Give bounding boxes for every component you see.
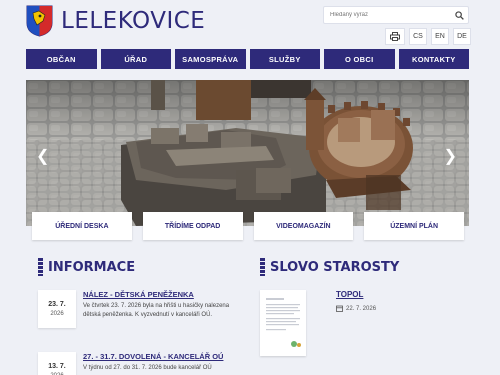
starosta-item-date: 22. 7. 2026 — [346, 305, 377, 312]
document-thumbnail[interactable] — [260, 290, 306, 356]
lang-cs-button[interactable]: CS — [409, 28, 427, 45]
quick-link-uzemni-plan[interactable]: ÚZEMNÍ PLÁN — [364, 212, 464, 240]
quick-link-uredni-deska[interactable]: ÚŘEDNÍ DESKA — [32, 212, 132, 240]
news-date-year: 2026 — [50, 311, 64, 317]
lang-de-button[interactable]: DE — [453, 28, 471, 45]
starosta-body: TOPOL 22. 7. 2026 — [336, 290, 376, 356]
hero-slider: ❮ ❯ — [26, 80, 469, 226]
hero-image — [26, 80, 469, 226]
search-input[interactable] — [324, 7, 450, 23]
page: LELEKOVICE CS EN DE OBČAN ÚŘAD SAMOSPRÁV… — [0, 0, 500, 375]
slider-next-icon[interactable]: ❯ — [444, 146, 457, 166]
utility-bar — [385, 28, 405, 45]
starosta-item: TOPOL 22. 7. 2026 — [260, 290, 460, 356]
informace-heading: INFORMACE — [38, 258, 135, 276]
nav-item-sluzby[interactable]: SLUŽBY — [249, 49, 320, 69]
document-preview-icon — [266, 298, 301, 347]
starosta-title[interactable]: SLOVO STAROSTY — [270, 260, 399, 275]
nav-item-o-obci[interactable]: O OBCI — [324, 49, 395, 69]
heading-accent — [260, 258, 265, 276]
site-logo[interactable]: LELEKOVICE — [26, 5, 205, 37]
calendar-icon — [336, 305, 343, 312]
news-date-day: 23. 7. — [48, 301, 66, 308]
news-text: V týdnu od 27. do 31. 7. 2026 bude kance… — [83, 365, 212, 371]
starosta-item-date-row: 22. 7. 2026 — [336, 305, 376, 312]
quick-link-videomagazin[interactable]: VIDEOMAGAZÍN — [253, 212, 354, 240]
news-item: 23. 7. 2026 NÁLEZ - DĚTSKÁ PENĚŽENKA Ve … — [38, 290, 234, 328]
informace-title[interactable]: INFORMACE — [48, 260, 135, 275]
starosta-item-title[interactable]: TOPOL — [336, 290, 376, 299]
news-date: 13. 7. 2026 — [38, 352, 76, 375]
slider-prev-icon[interactable]: ❮ — [36, 146, 49, 166]
news-date: 23. 7. 2026 — [38, 290, 76, 328]
site-title: LELEKOVICE — [61, 8, 206, 34]
coat-of-arms-icon — [26, 5, 53, 37]
search-icon[interactable] — [450, 7, 468, 23]
heading-accent — [38, 258, 43, 276]
search-box — [323, 6, 469, 24]
news-text: Ve čtvrtek 23. 7. 2026 byla na hřišti u … — [83, 303, 230, 318]
nav-item-kontakty[interactable]: KONTAKTY — [398, 49, 469, 69]
quick-link-tridime-odpad[interactable]: TŘÍDÍME ODPAD — [142, 212, 243, 240]
news-item: 13. 7. 2026 27. - 31.7. DOVOLENÁ - KANCE… — [38, 352, 234, 375]
main-nav: OBČAN ÚŘAD SAMOSPRÁVA SLUŽBY O OBCI KONT… — [26, 49, 469, 69]
nav-item-urad[interactable]: ÚŘAD — [100, 49, 171, 69]
quick-links: ÚŘEDNÍ DESKA TŘÍDÍME ODPAD VIDEOMAGAZÍN … — [32, 212, 464, 240]
print-button[interactable] — [385, 28, 405, 45]
news-title-link[interactable]: 27. - 31.7. DOVOLENÁ - KANCELÁŘ OÚ — [83, 352, 234, 361]
lang-en-button[interactable]: EN — [431, 28, 449, 45]
news-body: 27. - 31.7. DOVOLENÁ - KANCELÁŘ OÚ V týd… — [83, 352, 234, 375]
news-date-day: 13. 7. — [48, 363, 66, 370]
nav-item-obcan[interactable]: OBČAN — [26, 49, 97, 69]
printer-icon — [390, 32, 400, 41]
language-switcher: CS EN DE — [409, 28, 471, 45]
news-body: NÁLEZ - DĚTSKÁ PENĚŽENKA Ve čtvrtek 23. … — [83, 290, 234, 328]
nav-item-samosprava[interactable]: SAMOSPRÁVA — [175, 49, 246, 69]
news-title-link[interactable]: NÁLEZ - DĚTSKÁ PENĚŽENKA — [83, 290, 234, 299]
starosta-heading: SLOVO STAROSTY — [260, 258, 399, 276]
